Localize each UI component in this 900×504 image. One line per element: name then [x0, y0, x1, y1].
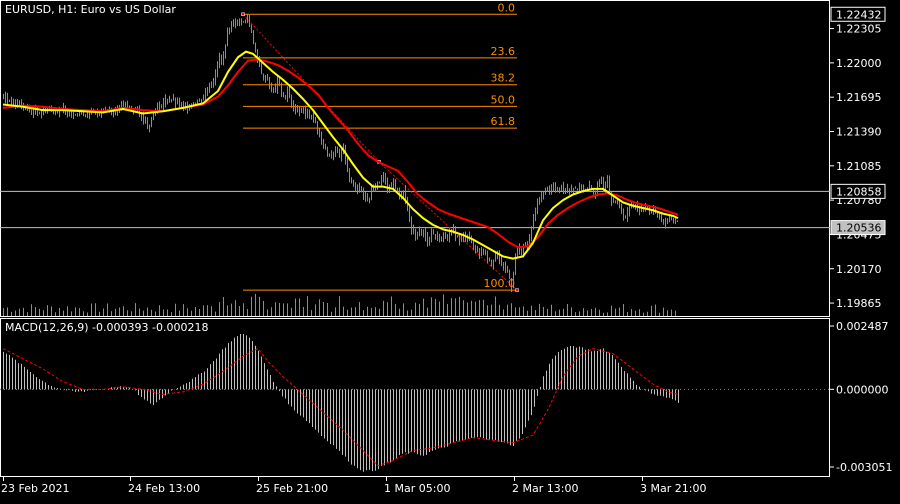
price-axis-label: 1.21390 [836, 126, 882, 139]
fibo-level-label: 38.2 [491, 72, 516, 85]
macd-axis-label: 0.002487 [836, 320, 889, 333]
price-axis-label: 1.22305 [836, 23, 882, 36]
fibo-level-label: 61.8 [491, 115, 516, 128]
time-axis-label: 24 Feb 13:00 [128, 482, 200, 495]
macd-axis-label: -0.003051 [836, 461, 892, 474]
time-axis-label: 23 Feb 2021 [1, 482, 69, 495]
time-axis-label: 2 Mar 13:00 [512, 482, 578, 495]
time-axis-label: 3 Mar 21:00 [640, 482, 706, 495]
price-axis-label: 1.21695 [836, 91, 882, 104]
price-label-text: 1.20536 [836, 222, 882, 235]
chart-title: EURUSD, H1: Euro vs US Dollar [5, 3, 176, 16]
fibo-level-label: 50.0 [491, 93, 516, 106]
fibo-anchor-point [241, 12, 245, 17]
fibo-level-label: 0.0 [498, 1, 516, 14]
fibo-level-label: 23.6 [491, 45, 516, 58]
time-axis-label: 25 Feb 21:00 [256, 482, 328, 495]
price-axis-label: 1.22000 [836, 57, 882, 70]
price-axis-label: 1.20170 [836, 263, 882, 276]
fibo-anchor-point [515, 288, 519, 292]
price-axis-label: 1.21085 [836, 160, 882, 173]
price-label-text: 1.22432 [836, 8, 882, 21]
fibo-level-label: 100.0 [484, 277, 516, 290]
price-axis-label: 1.19865 [836, 297, 882, 310]
trading-chart[interactable]: 0.0 23.6 38.2 50.0 61.8 100.0 1.22305 1.22000 1… [0, 0, 900, 500]
macd-title: MACD(12,26,9) -0.000393 -0.000218 [5, 321, 209, 334]
macd-axis-label: 0.000000 [836, 383, 889, 396]
time-axis-label: 1 Mar 05:00 [384, 482, 450, 495]
price-label-text: 1.20858 [836, 185, 882, 198]
